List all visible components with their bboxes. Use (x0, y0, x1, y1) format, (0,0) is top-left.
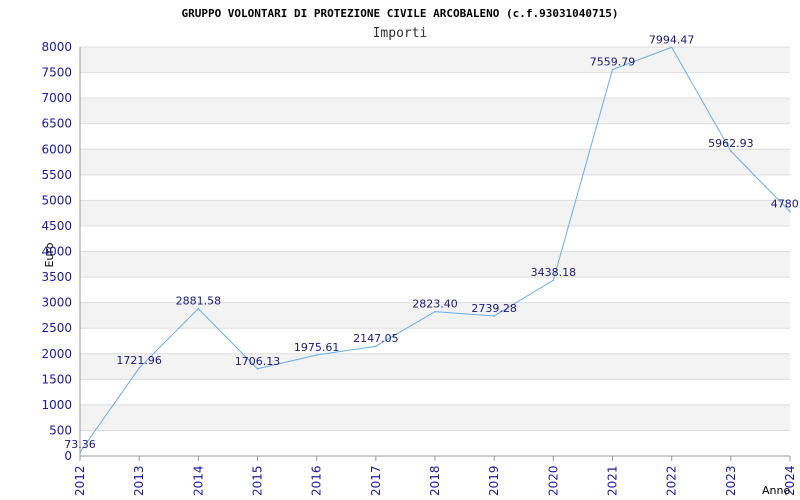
y-tick-label: 4500 (41, 219, 72, 233)
y-tick-label: 2500 (41, 321, 72, 335)
grid-band (80, 200, 790, 226)
data-point (552, 279, 555, 282)
data-label: 5962.93 (708, 137, 754, 150)
data-label: 7994.47 (649, 33, 695, 46)
y-tick-label: 3500 (41, 270, 72, 284)
data-label: 2881.58 (176, 295, 222, 308)
data-point (375, 345, 377, 348)
x-tick-label: 2019 (487, 465, 501, 496)
x-tick-label: 2022 (665, 465, 679, 496)
grid-band (80, 98, 790, 124)
chart-title: GRUPPO VOLONTARI DI PROTEZIONE CIVILE AR… (181, 7, 618, 20)
x-tick-label: 2014 (191, 465, 205, 496)
y-tick-label: 7500 (41, 66, 72, 80)
y-tick-label: 2000 (41, 347, 72, 361)
data-point (197, 307, 200, 310)
y-tick-label: 5500 (41, 168, 72, 182)
y-tick-label: 1000 (41, 398, 72, 412)
y-tick-label: 8000 (41, 40, 72, 54)
x-tick-label: 2023 (724, 465, 738, 496)
data-point (611, 68, 614, 71)
x-tick-label: 2015 (251, 465, 265, 496)
y-tick-label: 1500 (41, 372, 72, 386)
x-tick-label: 2017 (369, 465, 383, 496)
x-tick-label: 2018 (428, 465, 442, 496)
data-label: 2823.40 (412, 298, 458, 311)
x-tick-label: 2020 (546, 465, 560, 496)
data-label: 2739.28 (471, 302, 517, 315)
x-tick-label: 2016 (310, 465, 324, 496)
x-tick-label: 2021 (606, 465, 620, 496)
y-tick-label: 500 (49, 423, 72, 437)
grid-band (80, 251, 790, 278)
y-axis-label: Euro (43, 242, 56, 267)
chart-subtitle: Importi (373, 26, 428, 41)
line-chart: GRUPPO VOLONTARI DI PROTEZIONE CIVILE AR… (41, 7, 800, 497)
data-point (315, 354, 318, 356)
data-point (79, 451, 81, 454)
data-labels: 73.36 1721.96 2881.58 1706.13 1975.61 2147.05… (64, 33, 800, 451)
data-label: 1721.96 (116, 354, 162, 367)
grid-band (80, 149, 790, 175)
data-label: 4780.8 (771, 198, 800, 211)
x-tick-label: 2013 (132, 465, 146, 496)
data-point (256, 367, 259, 370)
data-label: 7559.79 (590, 56, 636, 69)
y-tick-label: 6500 (41, 117, 72, 131)
x-axis-label: Anno (762, 484, 790, 497)
data-label: 3438.18 (531, 266, 577, 279)
y-tick-label: 6000 (41, 142, 72, 156)
data-label: 1706.13 (235, 355, 281, 368)
data-point (434, 310, 436, 313)
data-point (138, 367, 140, 369)
y-tick-label: 3000 (41, 296, 72, 310)
grid-band (80, 353, 790, 380)
x-tick-labels: 2012 2013 2014 2015 2016 2017 2018 2019 2020 2021… (73, 465, 797, 496)
data-label: 1975.61 (294, 341, 340, 354)
data-point (493, 315, 495, 317)
x-tick-label: 2012 (73, 465, 87, 496)
data-label: 73.36 (64, 438, 96, 451)
data-point (789, 210, 791, 213)
data-point (730, 150, 732, 152)
y-tick-label: 5000 (41, 193, 72, 207)
grid-band (80, 404, 790, 431)
data-point (670, 46, 673, 49)
data-label: 2147.05 (353, 332, 399, 345)
y-tick-label: 7000 (41, 91, 72, 105)
grid-bands (80, 47, 790, 431)
